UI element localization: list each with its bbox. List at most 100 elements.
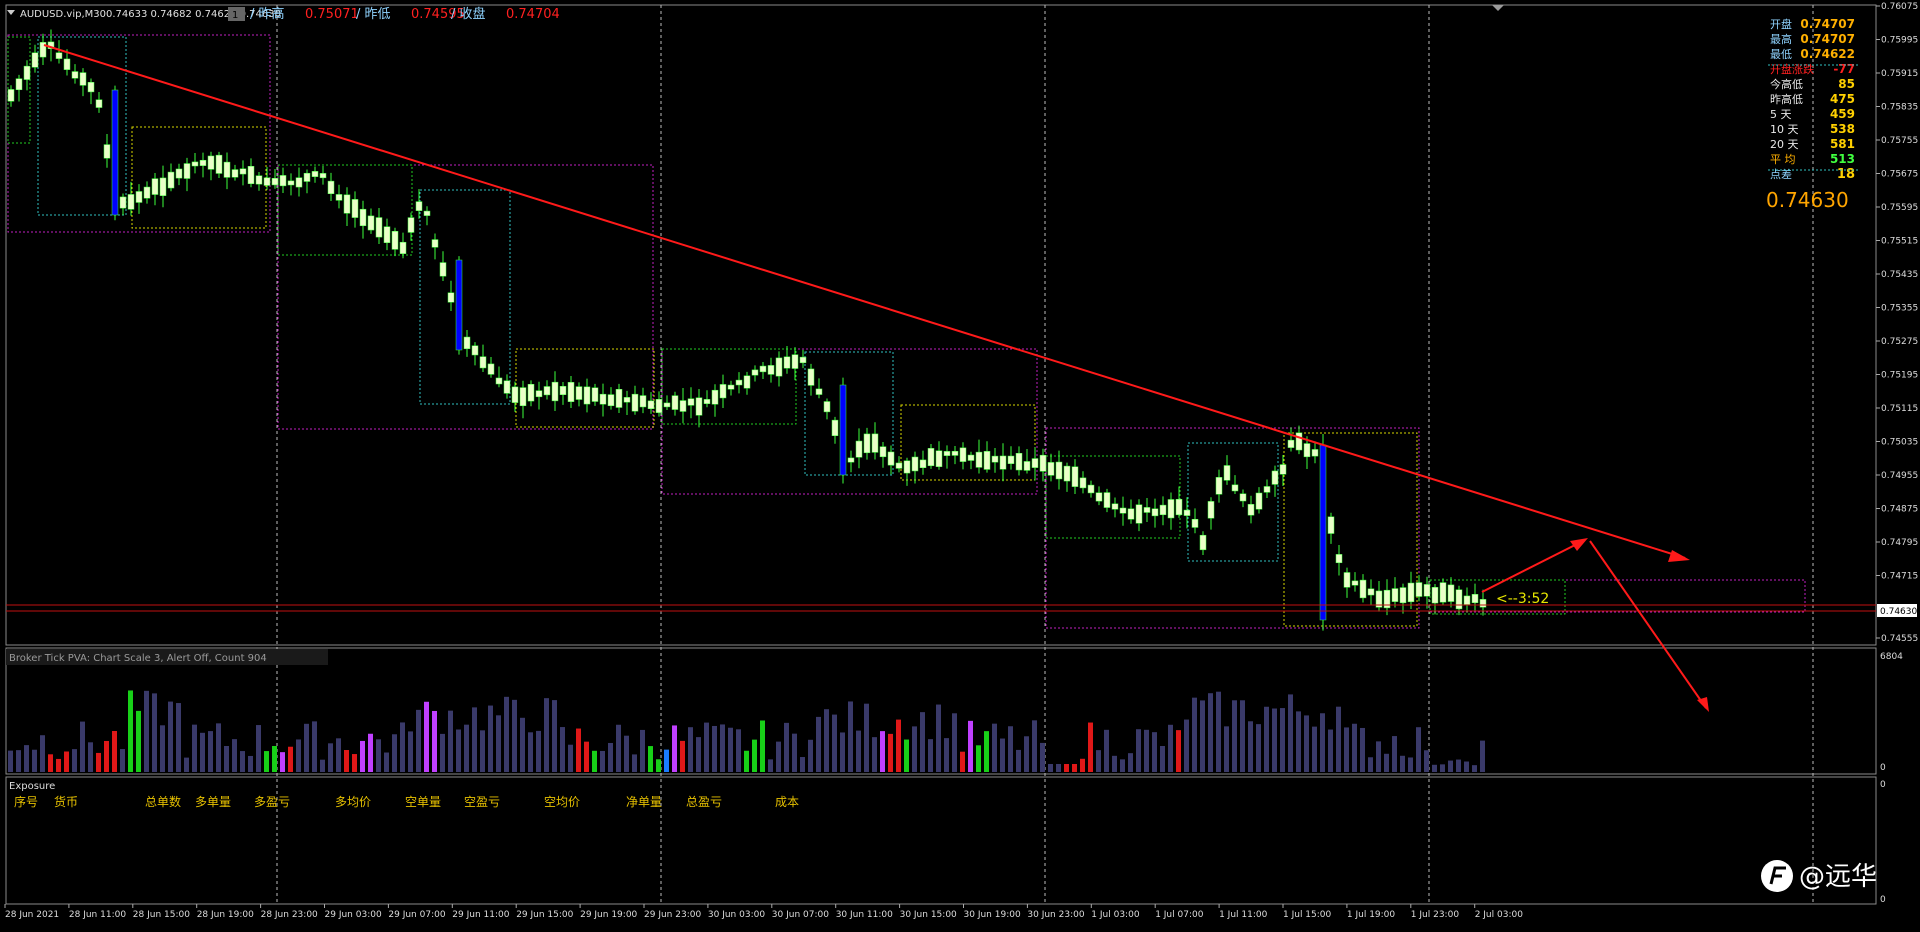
volume-bar [1392,736,1397,772]
time-tick-label: 29 Jun 23:00 [644,910,701,920]
volume-bar [1208,693,1213,772]
volume-bar [16,750,21,772]
candle-body [1239,493,1247,502]
candle-body [1095,492,1103,502]
candle-body [127,194,135,210]
candle-body [871,433,879,453]
time-tick-label: 28 Jun 11:00 [69,910,126,920]
volume-bar [432,710,437,772]
volume-bar [1048,764,1053,772]
candle-body [1119,507,1127,514]
volume-bar [912,726,917,772]
chart-window[interactable]: <--3:52 AUDUSD.vip,M30 0.74633 0.74682 0… [0,0,1920,928]
candle-body [567,382,575,402]
candle-body [407,217,415,233]
candle-body [119,196,127,209]
candle-body [1055,461,1063,480]
volume-bar [1200,700,1205,772]
candle-body [175,168,183,179]
info-value: 18 [1837,167,1855,182]
candle-body [1135,504,1143,524]
volume-bar [120,749,125,772]
volume-bar [136,710,141,772]
volume-bar [1456,759,1461,772]
candle-body [823,401,831,413]
candle-body [951,450,959,456]
volume-bar [648,746,653,772]
candle-body [879,446,887,458]
time-tick-label: 30 Jun 07:00 [772,910,829,920]
volume-bar [1160,745,1165,772]
exposure-axis-top: 0 [1880,780,1886,790]
time-tick-label: 30 Jun 19:00 [964,910,1021,920]
price-tick-label: 0.75915 [1881,69,1918,79]
volume-bar [72,749,77,772]
candle-body [679,400,687,412]
volume-bar [904,739,909,772]
candle-body [1231,484,1239,492]
volume-bar [768,759,773,772]
candle-body [439,262,447,277]
price-tick-label: 0.75035 [1881,438,1918,448]
volume-bar [1104,729,1109,772]
volume-bar [448,710,453,772]
volume-bar [1248,721,1253,772]
candle-body [31,52,39,68]
candle-body [1255,492,1263,510]
volume-bar [624,735,629,772]
candle-body [519,387,527,407]
volume-bar [248,755,253,772]
big-price: 0.74630 [1766,188,1849,212]
volume-bar [168,701,173,772]
candle-body [103,144,111,159]
info-value: 513 [1830,152,1855,166]
candle-body [1111,503,1119,510]
candle-body [1343,572,1351,588]
volume-bar [1408,757,1413,772]
info-value: 0.74622 [1800,47,1855,61]
volume-bar [216,723,221,772]
volume-bar [160,725,165,772]
volume-bar [824,709,829,772]
candle-body [423,210,431,216]
volume-bar [1096,750,1101,772]
candle-body [1455,589,1463,610]
volume-bar [64,751,69,772]
volume-bar [344,750,349,772]
volume-bar [280,752,285,772]
exposure-column-header: 总盈亏 [686,795,722,809]
volume-bar [1240,700,1245,772]
volume-bar [960,751,965,772]
volume-bar [240,751,245,772]
volume-bar [1448,760,1453,772]
candle-body [455,259,463,351]
candle-body [63,58,71,70]
volume-bar [1344,727,1349,772]
candle-body [999,455,1007,470]
volume-bar [760,720,765,772]
watermark-text: @远华 [1799,862,1877,892]
candle-body [223,161,231,178]
candle-body [775,357,783,377]
one-click-icon: 1 [232,10,238,21]
candle-body [511,386,519,403]
candle-body [1079,477,1087,489]
volume-bar [200,732,205,772]
time-tick-label: 1 Jul 19:00 [1347,910,1396,920]
exposure-column-header: 多均价 [335,795,371,809]
volume-bar [864,703,869,772]
volume-bar [1424,750,1429,772]
candle-body [647,400,655,409]
volume-bar [656,759,661,772]
volume-bar [1144,729,1149,772]
volume-bar [264,751,269,772]
volume-bar [1112,755,1117,772]
candle-body [255,175,263,185]
candle-body [1423,584,1431,597]
info-label: 20 天 [1770,138,1799,151]
exposure-column-header: 多盈亏 [254,795,290,809]
candle-body [311,171,319,177]
time-tick-label: 1 Jul 15:00 [1283,910,1332,920]
volume-bar [336,738,341,772]
volume-bar [256,725,261,772]
